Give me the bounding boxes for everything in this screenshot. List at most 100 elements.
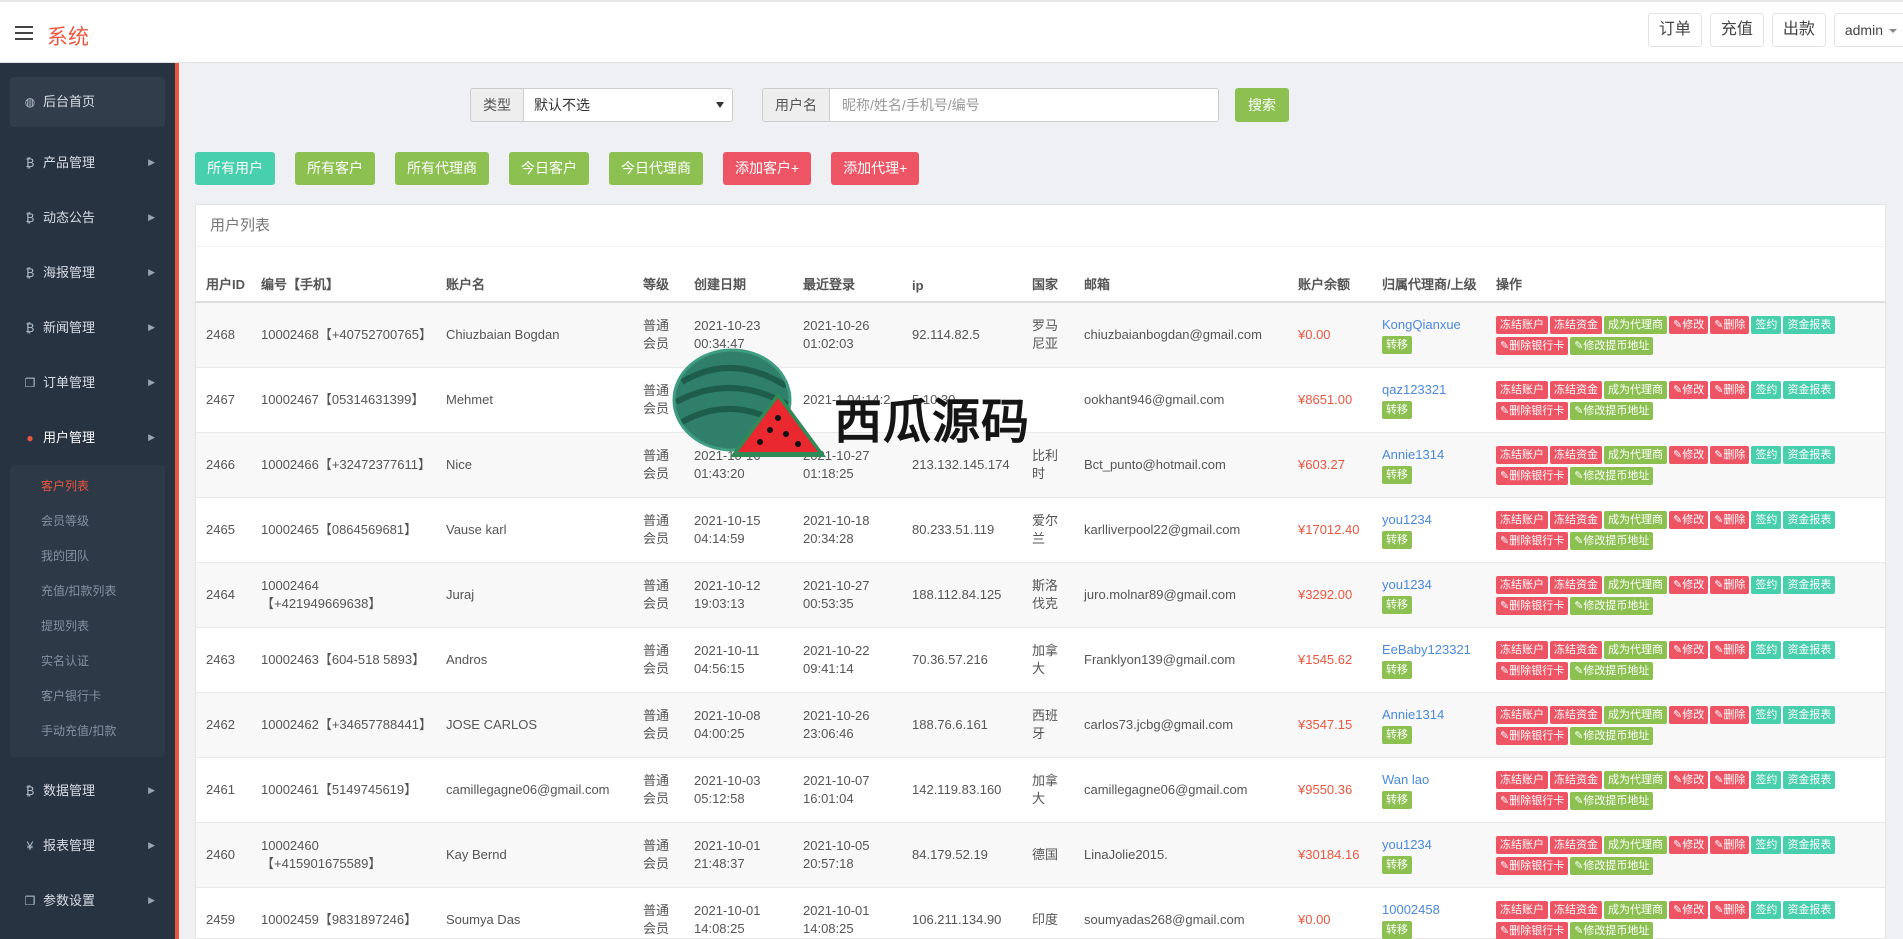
- action-button[interactable]: ✎删除: [1710, 575, 1750, 594]
- action-button[interactable]: 资金报表: [1783, 445, 1836, 464]
- filter-button[interactable]: 所有代理商: [395, 152, 489, 185]
- action-button[interactable]: ✎删除: [1710, 380, 1750, 399]
- sidebar-item[interactable]: ₿ 海报管理 ▶: [0, 245, 175, 300]
- sidebar-item[interactable]: ⚙系统设置▶: [0, 928, 175, 939]
- action-button[interactable]: 冻结账户: [1496, 575, 1548, 594]
- transfer-button[interactable]: 转移: [1382, 920, 1412, 939]
- action-button[interactable]: ✎修改: [1669, 835, 1709, 854]
- action-button[interactable]: 签约: [1751, 575, 1782, 594]
- transfer-button[interactable]: 转移: [1382, 660, 1412, 679]
- action-button[interactable]: 签约: [1751, 445, 1782, 464]
- action-button[interactable]: 冻结资金: [1550, 315, 1602, 334]
- action-button[interactable]: ✎删除银行卡: [1496, 531, 1569, 550]
- action-button[interactable]: 成为代理商: [1604, 380, 1667, 399]
- agent-link[interactable]: Annie1314: [1382, 446, 1481, 464]
- action-button[interactable]: ✎修改: [1669, 770, 1709, 789]
- action-button[interactable]: 签约: [1751, 900, 1782, 919]
- submenu-item[interactable]: 手动充值/扣款: [10, 714, 165, 749]
- action-button[interactable]: ✎修改: [1669, 445, 1709, 464]
- agent-link[interactable]: 10002458: [1382, 901, 1481, 919]
- action-button[interactable]: ✎删除银行卡: [1496, 401, 1569, 420]
- transfer-button[interactable]: 转移: [1382, 400, 1412, 419]
- action-button[interactable]: 冻结账户: [1496, 445, 1548, 464]
- action-button[interactable]: 资金报表: [1783, 705, 1836, 724]
- agent-link[interactable]: KongQianxue: [1382, 316, 1481, 334]
- sidebar-item[interactable]: ❐ 订单管理 ▶: [0, 355, 175, 410]
- action-button[interactable]: 冻结账户: [1496, 510, 1548, 529]
- action-button[interactable]: 冻结账户: [1496, 835, 1548, 854]
- submenu-item[interactable]: 实名认证: [10, 644, 165, 679]
- agent-link[interactable]: qaz123321: [1382, 381, 1481, 399]
- action-button[interactable]: 冻结资金: [1550, 510, 1602, 529]
- agent-link[interactable]: you1234: [1382, 511, 1481, 529]
- action-button[interactable]: ✎删除: [1710, 900, 1750, 919]
- admin-dropdown[interactable]: admin: [1833, 13, 1903, 47]
- action-button[interactable]: 资金报表: [1783, 380, 1836, 399]
- sidebar-item[interactable]: ¥ 报表管理 ▶: [0, 818, 175, 873]
- action-button[interactable]: 成为代理商: [1604, 770, 1667, 789]
- action-button[interactable]: ✎修改提币地址: [1570, 531, 1654, 550]
- action-button[interactable]: 冻结资金: [1550, 380, 1602, 399]
- submenu-item[interactable]: 会员等级: [10, 504, 165, 539]
- action-button[interactable]: 资金报表: [1783, 640, 1836, 659]
- action-button[interactable]: 资金报表: [1783, 835, 1836, 854]
- action-button[interactable]: 资金报表: [1783, 510, 1836, 529]
- sidebar-item[interactable]: ◍ 后台首页: [10, 77, 165, 127]
- brand-title[interactable]: 系统: [47, 21, 89, 51]
- action-button[interactable]: ✎删除银行卡: [1496, 791, 1569, 810]
- action-button[interactable]: 成为代理商: [1604, 575, 1667, 594]
- agent-link[interactable]: Wan lao: [1382, 771, 1481, 789]
- orders-button[interactable]: 订单: [1647, 13, 1702, 47]
- action-button[interactable]: ✎修改提币地址: [1570, 856, 1654, 875]
- action-button[interactable]: ✎删除银行卡: [1496, 336, 1569, 355]
- sidebar-item[interactable]: ₿ 动态公告 ▶: [0, 190, 175, 245]
- action-button[interactable]: ✎删除: [1710, 445, 1750, 464]
- action-button[interactable]: ✎删除: [1710, 705, 1750, 724]
- agent-link[interactable]: you1234: [1382, 576, 1481, 594]
- action-button[interactable]: 成为代理商: [1604, 315, 1667, 334]
- submenu-item[interactable]: 客户列表: [10, 469, 165, 504]
- action-button[interactable]: 签约: [1751, 770, 1782, 789]
- transfer-button[interactable]: 转移: [1382, 530, 1412, 549]
- action-button[interactable]: 冻结账户: [1496, 315, 1548, 334]
- action-button[interactable]: ✎删除: [1710, 315, 1750, 334]
- filter-button[interactable]: 添加代理+: [831, 152, 920, 185]
- action-button[interactable]: ✎修改: [1669, 575, 1709, 594]
- sidebar-item[interactable]: ₿ 数据管理 ▶: [0, 763, 175, 818]
- action-button[interactable]: 资金报表: [1783, 770, 1836, 789]
- action-button[interactable]: ✎删除: [1710, 640, 1750, 659]
- recharge-button[interactable]: 充值: [1709, 13, 1764, 47]
- action-button[interactable]: ✎修改提币地址: [1570, 336, 1654, 355]
- filter-button[interactable]: 今日代理商: [609, 152, 703, 185]
- submenu-item[interactable]: 充值/扣款列表: [10, 574, 165, 609]
- action-button[interactable]: 冻结账户: [1496, 380, 1548, 399]
- action-button[interactable]: ✎删除银行卡: [1496, 466, 1569, 485]
- action-button[interactable]: 资金报表: [1783, 900, 1836, 919]
- action-button[interactable]: ✎修改提币地址: [1570, 726, 1654, 745]
- action-button[interactable]: 签约: [1751, 705, 1782, 724]
- agent-link[interactable]: you1234: [1382, 836, 1481, 854]
- action-button[interactable]: 成为代理商: [1604, 640, 1667, 659]
- agent-link[interactable]: EeBaby123321: [1382, 641, 1481, 659]
- action-button[interactable]: 冻结账户: [1496, 770, 1548, 789]
- action-button[interactable]: ✎删除银行卡: [1496, 726, 1569, 745]
- action-button[interactable]: 成为代理商: [1604, 445, 1667, 464]
- action-button[interactable]: 冻结账户: [1496, 640, 1548, 659]
- filter-button[interactable]: 所有用户: [195, 152, 275, 185]
- action-button[interactable]: 冻结账户: [1496, 705, 1548, 724]
- transfer-button[interactable]: 转移: [1382, 595, 1412, 614]
- sidebar-item[interactable]: ₿ 产品管理 ▶: [0, 135, 175, 190]
- action-button[interactable]: 成为代理商: [1604, 900, 1667, 919]
- action-button[interactable]: ✎修改提币地址: [1570, 921, 1654, 939]
- action-button[interactable]: ✎修改: [1669, 380, 1709, 399]
- action-button[interactable]: ✎修改提币地址: [1570, 401, 1654, 420]
- transfer-button[interactable]: 转移: [1382, 855, 1412, 874]
- type-select[interactable]: 默认不选: [523, 88, 733, 122]
- transfer-button[interactable]: 转移: [1382, 335, 1412, 354]
- action-button[interactable]: 签约: [1751, 835, 1782, 854]
- action-button[interactable]: 冻结账户: [1496, 900, 1548, 919]
- action-button[interactable]: ✎修改: [1669, 315, 1709, 334]
- sidebar-item[interactable]: ● 用户管理 ▶: [0, 410, 175, 465]
- action-button[interactable]: ✎修改提币地址: [1570, 596, 1654, 615]
- action-button[interactable]: ✎删除银行卡: [1496, 661, 1569, 680]
